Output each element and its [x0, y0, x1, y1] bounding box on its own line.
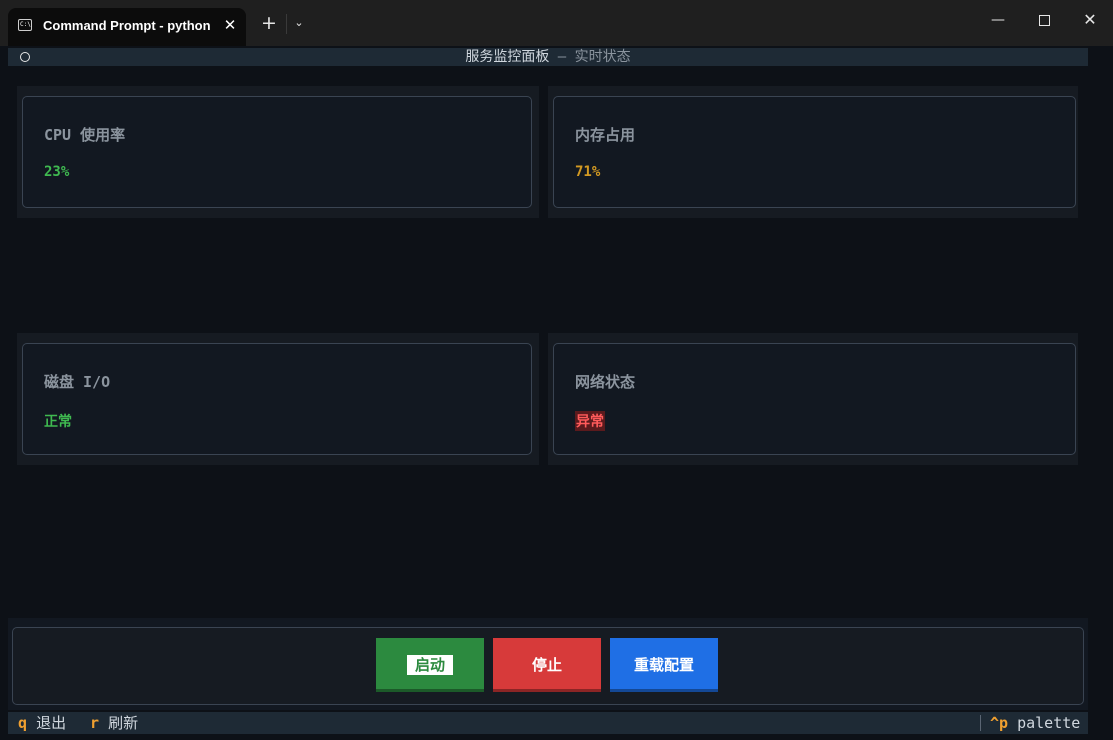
footer-divider	[980, 715, 981, 731]
palette-key: ^p	[990, 714, 1009, 732]
refresh-key: r	[90, 714, 100, 732]
card-disk-container: 磁盘 I/O 正常	[17, 333, 539, 465]
new-tab-button[interactable]: +	[259, 13, 279, 33]
card-label: CPU 使用率	[44, 126, 126, 144]
tab-divider	[286, 14, 287, 34]
stop-button[interactable]: 停止	[493, 638, 601, 692]
card-label: 磁盘 I/O	[44, 373, 111, 391]
header-separator: –	[549, 49, 575, 65]
card-memory-container: 内存占用 71%	[548, 86, 1078, 218]
window-titlebar: C:\ Command Prompt - python main.py ✕ + …	[0, 0, 1113, 46]
footer-keybar: q 退出 r 刷新 ^p palette	[8, 712, 1088, 734]
card-value: 23%	[44, 164, 70, 180]
palette-hint[interactable]: ^p palette	[990, 712, 1080, 734]
maximize-button[interactable]	[1029, 8, 1059, 32]
card-disk: 磁盘 I/O 正常	[22, 343, 532, 455]
command-prompt-icon: C:\	[18, 19, 32, 31]
reload-config-button[interactable]: 重载配置	[610, 638, 718, 692]
card-value: 异常	[575, 411, 605, 431]
terminal-tab[interactable]: C:\ Command Prompt - python main.py ✕	[8, 8, 246, 46]
close-tab-icon[interactable]: ✕	[220, 15, 240, 35]
card-label: 网络状态	[575, 373, 636, 391]
refresh-label: 刷新	[108, 714, 139, 732]
card-network: 网络状态 异常	[553, 343, 1076, 455]
start-button-label: 启动	[406, 655, 453, 675]
header-title: 服务监控面板	[465, 49, 550, 65]
card-value: 正常	[44, 414, 72, 430]
card-cpu-container: CPU 使用率 23%	[17, 86, 539, 218]
close-window-button[interactable]: ✕	[1075, 8, 1105, 32]
minimize-button[interactable]: —	[983, 8, 1013, 32]
tab-title: Command Prompt - python main.py	[43, 18, 215, 33]
header-subtitle: 实时状态	[574, 49, 631, 65]
card-memory: 内存占用 71%	[553, 96, 1076, 208]
quit-key: q	[18, 714, 28, 732]
start-button[interactable]: 启动	[376, 638, 484, 692]
app-header: 服务监控面板 – 实时状态	[8, 48, 1088, 66]
palette-label: palette	[1017, 714, 1081, 732]
card-value: 71%	[575, 164, 601, 180]
card-network-container: 网络状态 异常	[548, 333, 1078, 465]
chevron-down-icon[interactable]: ⌄	[290, 13, 308, 33]
quit-label: 退出	[36, 714, 67, 732]
maximize-icon	[1038, 15, 1050, 26]
card-cpu: CPU 使用率 23%	[22, 96, 532, 208]
quit-hint[interactable]: q 退出	[18, 712, 66, 734]
page-title: 服务监控面板 – 实时状态	[8, 48, 1088, 66]
card-label: 内存占用	[575, 126, 636, 144]
refresh-hint[interactable]: r 刷新	[90, 712, 138, 734]
